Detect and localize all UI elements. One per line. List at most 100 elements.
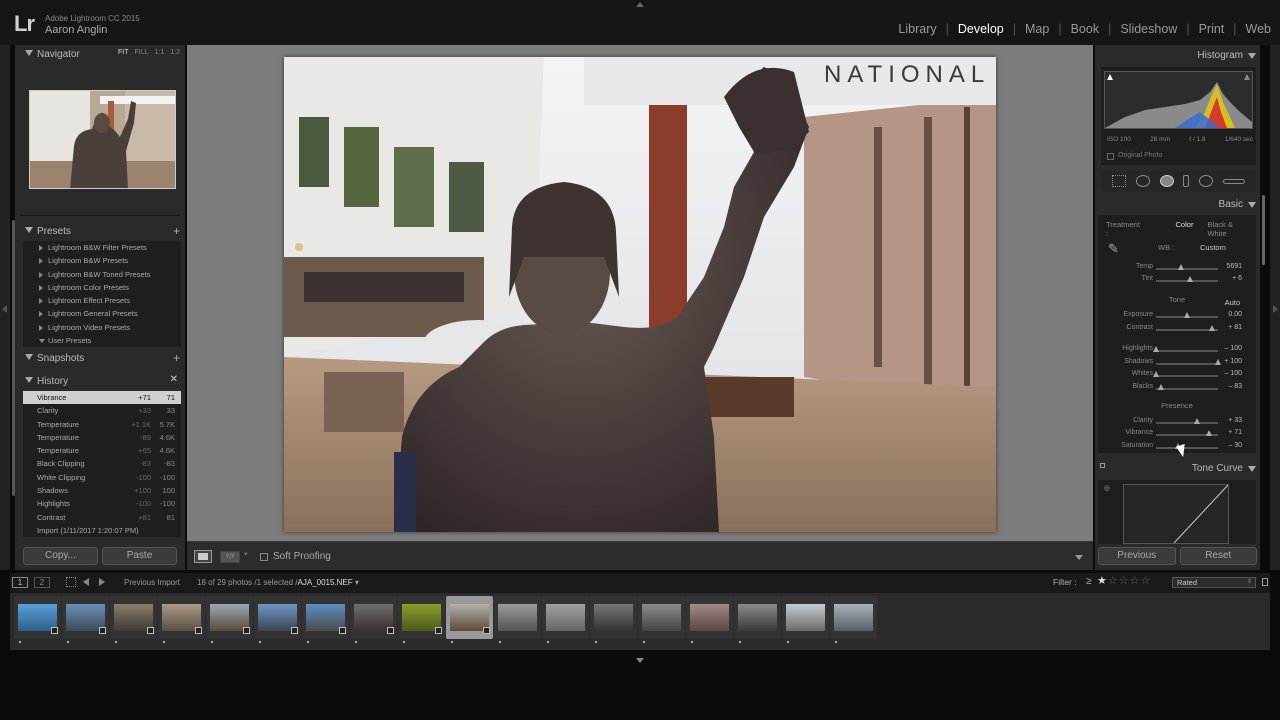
slider-contrast[interactable]: Contrast + 81 xyxy=(1098,324,1256,336)
toolbar-options-icon[interactable] xyxy=(1075,555,1083,560)
history-row[interactable]: Highlights -100 -100 xyxy=(23,497,181,510)
filter-toggle-icon[interactable] xyxy=(1262,578,1268,586)
adjustment-brush-icon[interactable] xyxy=(1223,178,1246,184)
slider-thumb[interactable] xyxy=(1184,312,1190,318)
next-arrow-icon[interactable] xyxy=(99,578,105,586)
slider-thumb[interactable] xyxy=(1193,418,1200,424)
slider-track[interactable] xyxy=(1156,363,1218,365)
collapse-triangle-icon[interactable] xyxy=(25,354,33,360)
slider-track[interactable] xyxy=(1156,447,1218,449)
zoom-1-1[interactable]: 1:1 xyxy=(155,49,165,56)
edited-badge-icon[interactable] xyxy=(291,627,298,634)
star-icon[interactable]: ☆ xyxy=(1130,575,1141,587)
filmstrip-thumbnail[interactable] xyxy=(782,596,829,643)
zoom-fill[interactable]: FILL xyxy=(135,49,149,56)
red-eye-icon[interactable] xyxy=(1159,175,1174,187)
right-panel-scrollbar[interactable] xyxy=(1262,195,1265,265)
before-after-caret-icon[interactable]: ▾ xyxy=(244,550,248,558)
filename[interactable]: AJA_0015.NEF xyxy=(298,578,353,587)
edited-badge-icon[interactable] xyxy=(243,627,250,634)
targeted-adjustment-icon[interactable]: ◎ xyxy=(1104,484,1110,492)
slider-thumb[interactable] xyxy=(1205,430,1212,436)
filmstrip-thumbnail[interactable] xyxy=(734,596,781,643)
history-row[interactable]: Shadows +100 100 xyxy=(23,484,181,497)
panel-toggle-icon[interactable] xyxy=(1100,463,1105,468)
slider-thumb[interactable] xyxy=(1187,276,1194,282)
zoom-fit[interactable]: FIT xyxy=(118,49,129,56)
star-rating-filter[interactable]: ★☆☆☆☆ xyxy=(1097,574,1151,587)
preset-folder[interactable]: Lightroom B&W Filter Presets xyxy=(23,241,181,254)
history-row[interactable]: White Clipping -100 -100 xyxy=(23,471,181,484)
filmstrip-thumbnail[interactable] xyxy=(62,596,109,643)
edited-badge-icon[interactable] xyxy=(195,627,202,634)
filmstrip-thumbnail[interactable] xyxy=(446,596,493,643)
slider-temp[interactable]: Temp 5691 xyxy=(1098,263,1256,275)
slider-value[interactable]: 0.00 xyxy=(1228,311,1242,318)
left-panel-toggle[interactable] xyxy=(0,45,10,570)
spot-removal-icon[interactable] xyxy=(1135,175,1150,187)
module-slideshow[interactable]: Slideshow xyxy=(1111,22,1186,36)
preset-folder[interactable]: Lightroom Video Presets xyxy=(23,321,181,334)
slider-value[interactable]: 5691 xyxy=(1226,263,1242,270)
slider-track[interactable] xyxy=(1156,375,1218,377)
slider-clarity[interactable]: Clarity + 33 xyxy=(1098,417,1256,429)
add-preset-icon[interactable]: + xyxy=(173,224,180,238)
edited-badge-icon[interactable] xyxy=(435,627,442,634)
clear-history-icon[interactable]: ✕ xyxy=(170,374,178,385)
slider-value[interactable]: + 81 xyxy=(1228,324,1242,331)
eyedropper-icon[interactable]: ✎ xyxy=(1108,241,1124,257)
slider-track[interactable] xyxy=(1156,388,1218,390)
collapse-triangle-icon[interactable] xyxy=(25,227,33,233)
slider-track[interactable] xyxy=(1156,268,1218,270)
filter-operator[interactable]: ≥ xyxy=(1086,576,1092,587)
collapse-triangle-icon[interactable] xyxy=(1248,52,1256,59)
slider-thumb[interactable] xyxy=(1177,264,1184,270)
histogram-header[interactable]: Histogram xyxy=(1197,50,1256,61)
filmstrip-thumbnail[interactable] xyxy=(14,596,61,643)
add-snapshot-icon[interactable]: + xyxy=(173,351,180,365)
preset-folder[interactable]: Lightroom B&W Presets xyxy=(23,254,181,267)
preset-folder[interactable]: Lightroom Effect Presets xyxy=(23,294,181,307)
original-photo-checkbox[interactable] xyxy=(1107,153,1114,160)
history-row[interactable]: Contrast +81 81 xyxy=(23,511,181,524)
filmstrip-source[interactable]: Previous Import xyxy=(124,578,180,587)
paste-button[interactable]: Paste xyxy=(102,547,177,565)
navigator-header[interactable]: Navigator FIT FILL 1:1 1:2 xyxy=(15,45,185,63)
snapshots-header[interactable]: Snapshots + xyxy=(15,349,185,367)
star-icon[interactable]: ☆ xyxy=(1141,575,1152,587)
module-book[interactable]: Book xyxy=(1062,22,1109,36)
copy-button[interactable]: Copy... xyxy=(23,547,98,565)
preset-folder-user[interactable]: User Presets xyxy=(23,334,181,347)
slider-value[interactable]: + 100 xyxy=(1224,358,1242,365)
right-panel-toggle[interactable] xyxy=(1270,45,1280,570)
slider-value[interactable]: – 83 xyxy=(1228,383,1242,390)
collapse-triangle-icon[interactable] xyxy=(1248,465,1256,472)
radial-filter-icon[interactable] xyxy=(1199,175,1214,187)
tone-curve-header[interactable]: Tone Curve xyxy=(1095,460,1260,478)
filmstrip-thumbnail[interactable] xyxy=(494,596,541,643)
star-icon[interactable]: ☆ xyxy=(1108,575,1119,587)
history-row[interactable]: Temperature +65 4.6K xyxy=(23,444,181,457)
slider-value[interactable]: – 100 xyxy=(1224,345,1242,352)
crop-overlay-icon[interactable] xyxy=(1111,175,1126,187)
graduated-filter-icon[interactable] xyxy=(1183,175,1190,187)
slider-thumb[interactable] xyxy=(1208,325,1215,331)
filmstrip-thumbnail[interactable] xyxy=(686,596,733,643)
tone-curve-graph[interactable] xyxy=(1123,484,1229,544)
slider-value[interactable]: + 33 xyxy=(1228,417,1242,424)
collapse-triangle-icon[interactable] xyxy=(25,50,33,56)
before-after-icon[interactable]: Y|Y xyxy=(220,551,240,563)
slider-highlights[interactable]: Highlights – 100 xyxy=(1098,345,1256,357)
basic-header[interactable]: Basic xyxy=(1219,199,1256,210)
zoom-1-2[interactable]: 1:2 xyxy=(170,49,180,56)
module-web[interactable]: Web xyxy=(1237,22,1280,36)
module-map[interactable]: Map xyxy=(1016,22,1058,36)
grid-view-icon[interactable] xyxy=(66,577,76,587)
edited-badge-icon[interactable] xyxy=(387,627,394,634)
treatment-color-option[interactable]: Color xyxy=(1176,220,1194,238)
filmstrip-thumbnail[interactable] xyxy=(542,596,589,643)
secondary-display-button[interactable]: 2 xyxy=(34,577,50,588)
previous-button[interactable]: Previous xyxy=(1098,547,1176,565)
auto-tone-button[interactable]: Auto xyxy=(1225,298,1240,307)
slider-value[interactable]: + 6 xyxy=(1232,275,1242,282)
